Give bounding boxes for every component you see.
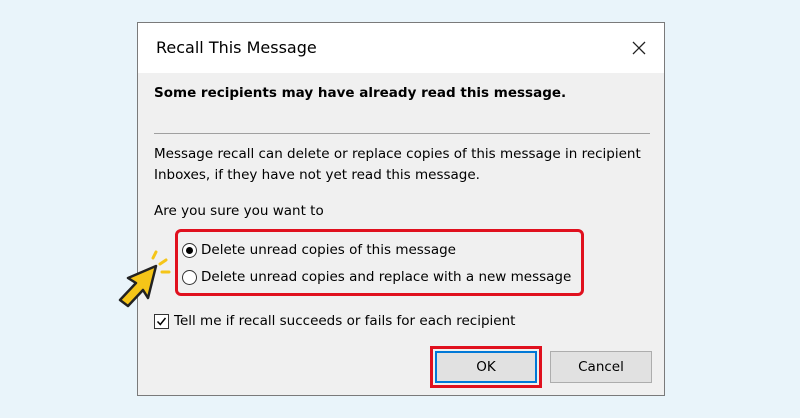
option-delete-unread[interactable]: Delete unread copies of this message: [182, 242, 456, 258]
hand-pointer-icon: [118, 250, 171, 308]
dialog-titlebar: Recall This Message: [138, 23, 664, 73]
radio-button-selected[interactable]: [182, 242, 197, 258]
option-label: Delete unread copies and replace with a …: [201, 269, 572, 285]
notify-checkbox-label: Tell me if recall succeeds or fails for …: [174, 313, 516, 329]
recall-prompt: Are you sure you want to: [154, 203, 324, 219]
option-label: Delete unread copies of this message: [201, 242, 456, 258]
dialog-title: Recall This Message: [156, 38, 317, 57]
notify-checkbox-row[interactable]: Tell me if recall succeeds or fails for …: [154, 313, 515, 329]
warning-heading: Some recipients may have already read th…: [154, 85, 567, 101]
recall-dialog: Recall This Message Some recipients may …: [137, 22, 665, 396]
radio-button[interactable]: [182, 269, 197, 285]
option-delete-and-replace[interactable]: Delete unread copies and replace with a …: [182, 269, 571, 285]
options-highlight-box: [175, 229, 584, 296]
cancel-button[interactable]: Cancel: [550, 351, 652, 383]
checkmark-icon: [156, 317, 167, 326]
recall-description: Message recall can delete or replace cop…: [154, 146, 641, 183]
close-icon[interactable]: [628, 37, 650, 59]
divider: [154, 133, 650, 134]
notify-checkbox[interactable]: [154, 313, 169, 329]
ok-button[interactable]: OK: [435, 351, 537, 383]
